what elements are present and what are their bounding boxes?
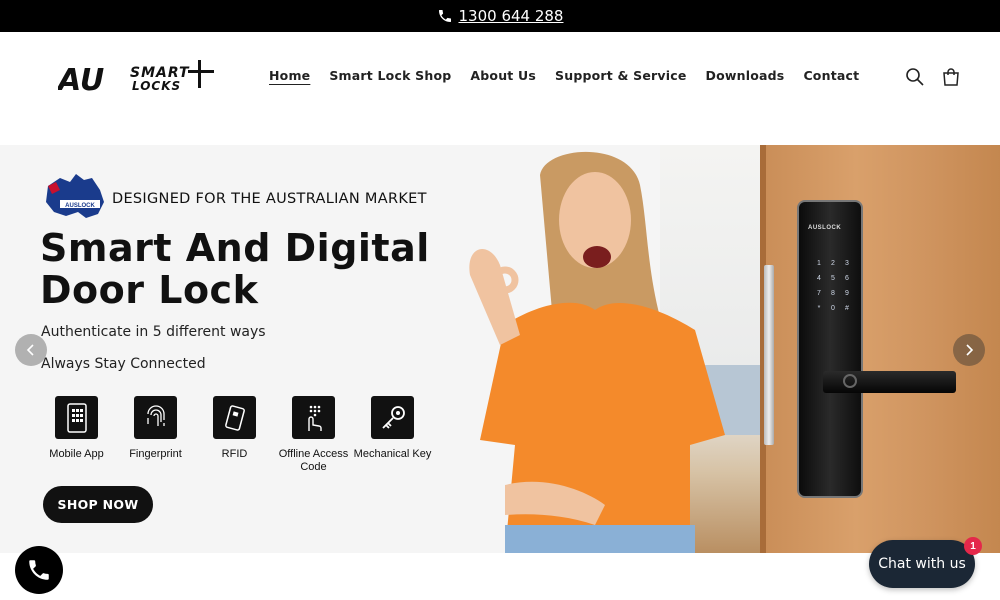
nav-smart-lock-shop[interactable]: Smart Lock Shop	[329, 68, 451, 83]
announcement-bar: 1300 644 288	[0, 0, 1000, 32]
feature-label: Fingerprint	[129, 448, 182, 460]
rfid-card-icon	[213, 396, 256, 439]
carousel-next-button[interactable]	[953, 334, 985, 366]
lock-key: 1	[817, 260, 821, 267]
lock-key: 2	[831, 260, 835, 267]
lock-key: 7	[817, 290, 821, 297]
lock-key: #	[845, 305, 849, 312]
hero-title-line2: Door Lock	[40, 268, 259, 312]
lock-key: 6	[845, 275, 849, 282]
carousel-prev-button[interactable]	[15, 334, 47, 366]
chevron-right-icon	[966, 344, 974, 356]
phone-icon	[29, 560, 49, 580]
main-nav: Home Smart Lock Shop About Us Support & …	[269, 68, 859, 83]
feature-item: Fingerprint	[116, 396, 195, 474]
mobile-app-icon	[55, 396, 98, 439]
chat-unread-badge: 1	[964, 537, 982, 555]
feature-label: Mobile App	[49, 448, 104, 460]
designed-for-australia-text: DESIGNED FOR THE AUSTRALIAN MARKET	[112, 191, 427, 207]
fingerprint-sensor	[843, 374, 857, 388]
chat-with-us-button[interactable]: Chat with us	[869, 540, 975, 588]
site-header: AU SMART LOCKS Home Smart Lock Shop Abou…	[0, 32, 1000, 144]
phone-icon	[438, 10, 451, 22]
lock-key: *	[817, 305, 821, 312]
key-icon	[371, 396, 414, 439]
feature-label: Mechanical Key	[353, 448, 432, 460]
feature-list: Mobile App Fingerprint RFID Offline Acce…	[37, 396, 432, 474]
nav-downloads[interactable]: Downloads	[706, 68, 785, 83]
feature-item: Offline Access Code	[274, 396, 353, 474]
logo-line2: LOCKS	[132, 79, 181, 93]
lock-key: 8	[831, 290, 835, 297]
hero-subtitle-1: Authenticate in 5 different ways	[41, 324, 266, 340]
call-button[interactable]	[15, 546, 63, 594]
nav-about-us[interactable]: About Us	[470, 68, 536, 83]
fingerprint-icon	[134, 396, 177, 439]
hero-title-line1: Smart And Digital	[40, 226, 430, 270]
keypad-icon	[292, 396, 335, 439]
nav-home[interactable]: Home	[269, 68, 310, 83]
hero-title: Smart And Digital Door Lock	[40, 227, 460, 311]
door-strike-plate	[764, 265, 774, 445]
feature-item: Mobile App	[37, 396, 116, 474]
lock-brand-label: AUSLOCK	[808, 225, 842, 231]
lock-key: 3	[845, 260, 849, 267]
feature-label: RFID	[221, 448, 248, 460]
lock-keypad: 1 2 3 4 5 6 7 8 9 * 0 #	[812, 260, 854, 312]
search-icon[interactable]	[905, 67, 925, 87]
cart-icon[interactable]	[941, 67, 961, 87]
site-logo[interactable]: AU SMART LOCKS	[58, 58, 223, 98]
logo-au: AU	[58, 63, 104, 98]
hero-banner: AUSLOCK 1 2 3 4 5 6 7 8 9 * 0 # AUSLOCK …	[0, 145, 1000, 553]
hero-subtitle-2: Always Stay Connected	[41, 356, 206, 372]
feature-label: Offline Access Code	[278, 448, 349, 473]
feature-item: RFID	[195, 396, 274, 474]
nav-support-service[interactable]: Support & Service	[555, 68, 687, 83]
hero-model-image	[469, 151, 725, 553]
nav-contact[interactable]: Contact	[803, 68, 859, 83]
feature-item: Mechanical Key	[353, 396, 432, 474]
shop-now-button[interactable]: SHOP NOW	[43, 486, 153, 523]
chevron-left-icon	[26, 344, 34, 356]
lock-key: 9	[845, 290, 849, 297]
lock-key: 0	[831, 305, 835, 312]
phone-link[interactable]: 1300 644 288	[459, 7, 564, 25]
lock-key: 4	[817, 275, 821, 282]
map-label: AUSLOCK	[65, 203, 95, 209]
lock-key: 5	[831, 275, 835, 282]
australia-map-logo: AUSLOCK	[46, 174, 104, 218]
smart-lock-image	[797, 200, 863, 498]
